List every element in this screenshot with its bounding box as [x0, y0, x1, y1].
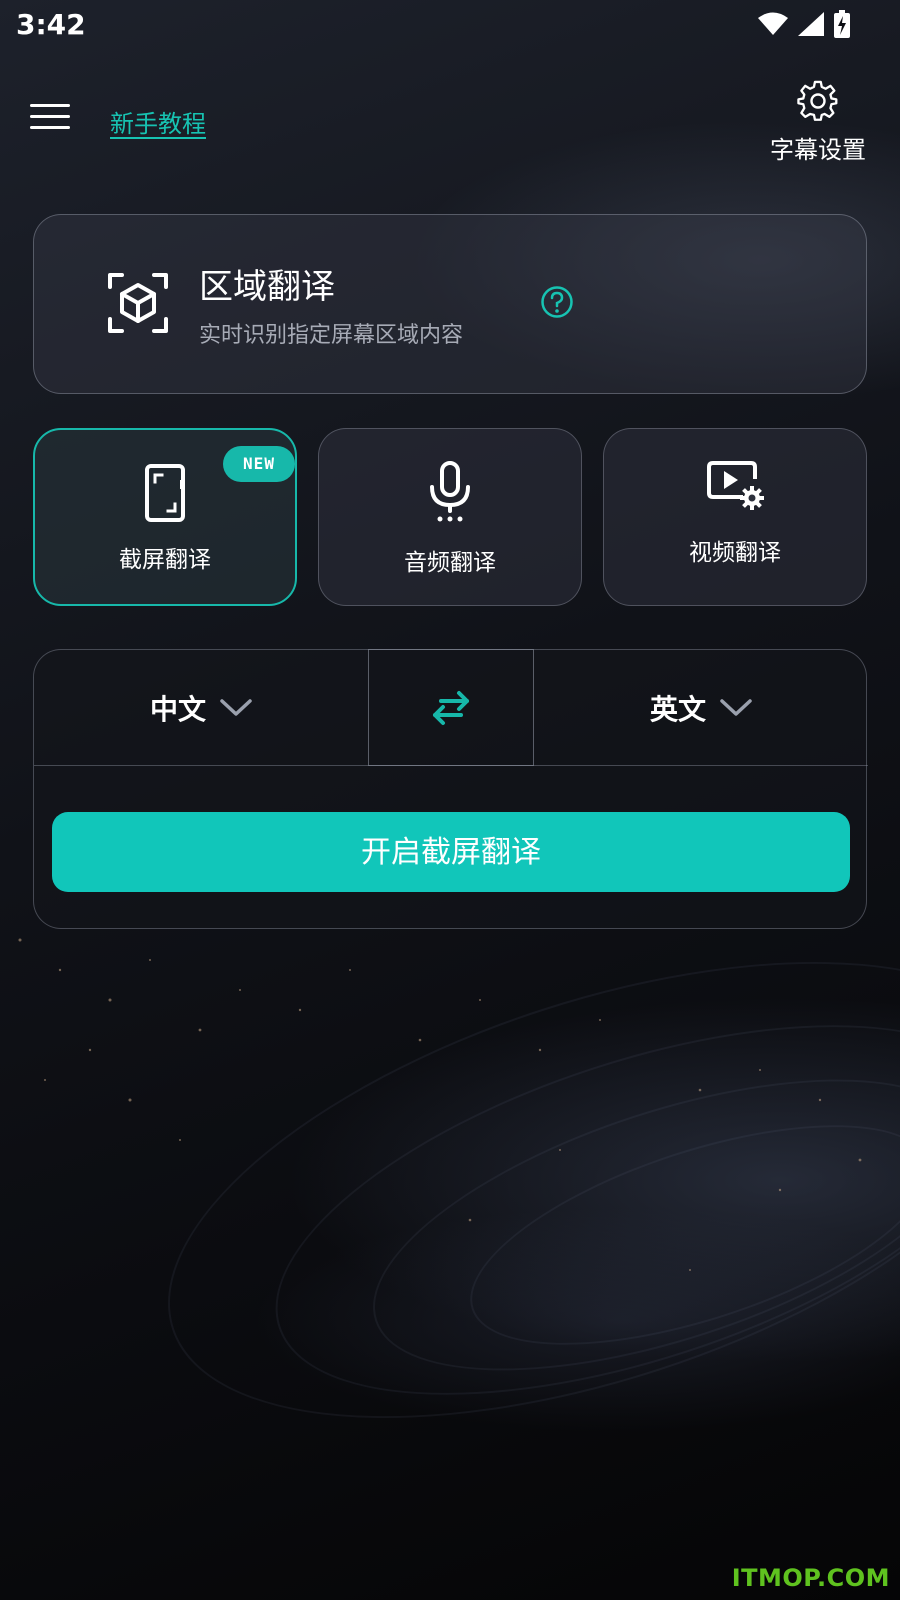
- region-translate-description: 实时识别指定屏幕区域内容: [199, 323, 464, 348]
- background-swirl: [113, 870, 900, 1510]
- screenshot-translate-card[interactable]: 截屏翻译 NEW: [33, 428, 297, 606]
- tutorial-link[interactable]: 新手教程: [110, 104, 206, 139]
- status-icons: [758, 10, 850, 38]
- video-translate-card[interactable]: 视频翻译: [603, 428, 867, 606]
- source-language-label: 中文: [149, 693, 206, 726]
- status-time: 3:42: [16, 8, 86, 41]
- subtitle-settings-button[interactable]: 字幕设置: [766, 80, 870, 165]
- region-translate-title: 区域翻译: [199, 267, 335, 307]
- question-circle-icon[interactable]: [540, 285, 574, 319]
- phone-screenshot-icon: [145, 464, 185, 522]
- target-language-label: 英文: [649, 693, 706, 726]
- source-language-select[interactable]: 中文: [34, 650, 368, 766]
- battery-charging-icon: [834, 10, 850, 38]
- language-selector-row: 中文 英文: [34, 649, 868, 766]
- subtitle-settings-label: 字幕设置: [770, 136, 866, 164]
- audio-translate-label: 音频翻译: [404, 550, 496, 576]
- menu-button[interactable]: [30, 104, 70, 134]
- watermark: ITMOP.COM: [731, 1564, 890, 1592]
- app-screen: 3:42 新手教程 字幕设置 区域翻译 实时识别指定屏幕区域内容 截屏翻译 NE…: [0, 0, 900, 1600]
- target-language-select[interactable]: 英文: [534, 650, 868, 766]
- chevron-down-icon: [220, 699, 252, 716]
- wifi-icon: [758, 12, 788, 35]
- video-settings-icon: [707, 461, 764, 510]
- background-swirl: [232, 949, 900, 1471]
- background-swirl: [339, 1019, 900, 1431]
- chevron-down-icon: [720, 699, 752, 716]
- background-sparkles: [18, 938, 862, 1271]
- hamburger-menu-icon: [30, 104, 70, 107]
- screenshot-translate-label: 截屏翻译: [119, 547, 211, 573]
- status-bar: 3:42: [0, 0, 900, 50]
- language-panel: 中文 英文 开启截屏翻译: [33, 649, 868, 929]
- video-translate-label: 视频翻译: [689, 540, 781, 566]
- audio-translate-card[interactable]: 音频翻译: [318, 428, 582, 606]
- start-screenshot-translate-button[interactable]: 开启截屏翻译: [52, 812, 850, 892]
- region-translate-card[interactable]: 区域翻译 实时识别指定屏幕区域内容: [33, 214, 867, 394]
- signal-icon: [798, 12, 824, 36]
- swap-arrows-icon: [433, 690, 469, 725]
- swap-languages-button[interactable]: [368, 649, 534, 766]
- new-badge: NEW: [223, 446, 295, 482]
- scan-cube-icon: [108, 273, 168, 333]
- background-swirl: [445, 1079, 900, 1391]
- microphone-icon: [430, 461, 470, 522]
- gear-icon: [797, 80, 838, 121]
